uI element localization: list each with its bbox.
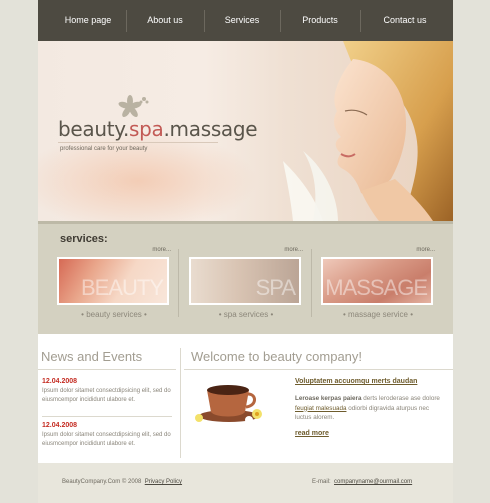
- hero-banner: beauty.spa.massage professional care for…: [38, 41, 453, 221]
- news-text: Ipsum dolor sitamet consectdipsicing eli…: [42, 388, 171, 403]
- service-caption[interactable]: • beauty services •: [55, 310, 173, 319]
- news-date[interactable]: 12.04.2008: [42, 422, 176, 429]
- footer-email: E-mail: companyname@ourmail.com: [312, 479, 412, 485]
- tagline: professional care for your beauty: [60, 146, 148, 152]
- news-item: 12.04.2008 Ipsum dolor sitamet consectdi…: [42, 378, 176, 405]
- nav-about[interactable]: About us: [126, 0, 204, 41]
- read-more-link[interactable]: read more: [295, 430, 329, 437]
- welcome-title: Welcome to beauty company!: [191, 349, 363, 364]
- nav-services[interactable]: Services: [204, 0, 280, 41]
- privacy-policy-link[interactable]: Privacy Policy: [145, 479, 182, 485]
- flower-logo-icon: [118, 95, 149, 118]
- service-divider: [311, 249, 312, 317]
- more-link[interactable]: more...: [416, 247, 435, 253]
- brand-part2: spa: [129, 117, 164, 141]
- footer: BeautyCompany.Com © 2008 Privacy Policy …: [38, 463, 453, 503]
- tagline-divider: [58, 142, 218, 143]
- coffee-cup-image: [195, 385, 269, 424]
- welcome-title-rule: [184, 369, 453, 370]
- news-item: 12.04.2008 Ipsum dolor sitamet consectdi…: [42, 422, 176, 449]
- news-title-rule: [38, 369, 176, 370]
- news-title: News and Events: [41, 349, 143, 364]
- news-divider: [42, 416, 172, 417]
- footer-copyright: BeautyCompany.Com © 2008 Privacy Policy: [62, 479, 182, 485]
- brand-logo-text: beauty.spa.massage: [58, 117, 258, 141]
- service-caption[interactable]: • massage service •: [319, 310, 437, 319]
- article-text-part: derts leroderase ase dolore: [361, 395, 440, 402]
- nav-products[interactable]: Products: [280, 0, 360, 41]
- article-inline-link[interactable]: feugiat malesuada: [295, 405, 346, 412]
- copyright-text: BeautyCompany.Com © 2008: [62, 479, 142, 485]
- beauty-thumbnail[interactable]: BEAUTY: [57, 257, 169, 305]
- thumb-word: SPA: [255, 275, 296, 300]
- page: Home page About us Services Products Con…: [38, 0, 453, 503]
- more-link[interactable]: more...: [152, 247, 171, 253]
- news-date[interactable]: 12.04.2008: [42, 378, 176, 385]
- top-nav: Home page About us Services Products Con…: [38, 0, 453, 41]
- thumb-word: BEAUTY: [80, 275, 164, 300]
- services-section: services: more... BEAUTY • beauty servic…: [38, 221, 453, 334]
- brand-part1: beauty.: [58, 117, 130, 141]
- more-link[interactable]: more...: [284, 247, 303, 253]
- article-title-link[interactable]: Voluptatem accuomqu merts daudan: [295, 378, 417, 385]
- email-label: E-mail:: [312, 479, 331, 485]
- article-lead: Leroase kerpas paiera: [295, 395, 362, 402]
- brand-part3: .massage: [163, 117, 258, 141]
- nav-contact[interactable]: Contact us: [360, 0, 450, 41]
- spa-thumbnail[interactable]: SPA: [189, 257, 301, 305]
- news-text: Ipsum dolor sitamet consectdipsicing eli…: [42, 432, 171, 447]
- service-caption[interactable]: • spa services •: [187, 310, 305, 319]
- hero-glow: [38, 131, 258, 221]
- article-text: Leroase kerpas paiera derts leroderase a…: [295, 394, 445, 423]
- column-divider: [180, 348, 181, 458]
- email-link[interactable]: companyname@ourmail.com: [334, 479, 412, 485]
- nav-home[interactable]: Home page: [48, 0, 128, 41]
- woman-face-image: [283, 41, 453, 221]
- services-title: services:: [60, 233, 108, 245]
- service-divider: [178, 249, 179, 317]
- massage-thumbnail[interactable]: MASSAGE: [321, 257, 433, 305]
- thumb-word: MASSAGE: [325, 275, 428, 300]
